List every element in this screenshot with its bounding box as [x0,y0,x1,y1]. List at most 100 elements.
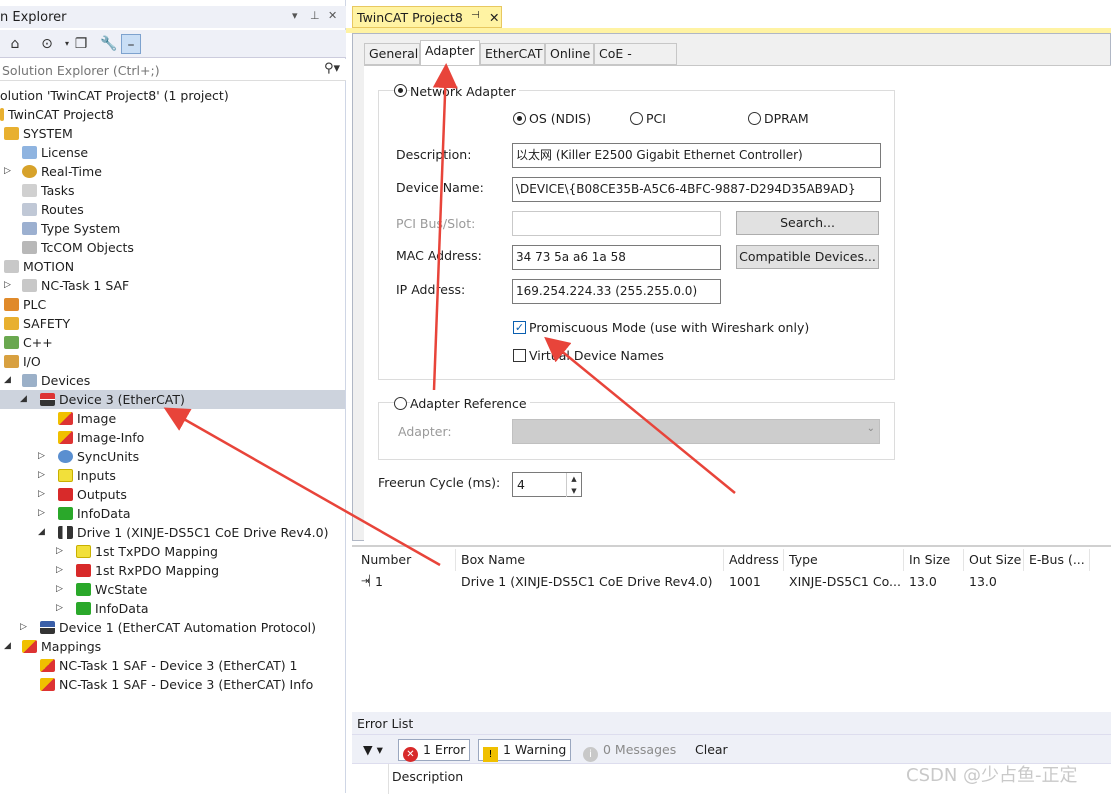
home-icon[interactable]: ⌂ [5,34,25,54]
expand-icon[interactable]: ▷ [56,580,63,599]
mappings-icon [22,640,37,653]
os-ndis-radio[interactable] [513,112,526,125]
description-column-header[interactable]: Description [392,769,463,784]
freerun-cycle-label: Freerun Cycle (ms): [378,475,501,490]
filter-icon[interactable]: ▼ ▾ [358,739,388,761]
tree-node-device1[interactable]: ▷ Device 1 (EtherCAT Automation Protocol) [20,618,316,637]
messages-filter-button[interactable]: i0 Messages [578,739,681,762]
error-list-titlebar: Error List [352,712,1111,734]
tree-node-nc-task[interactable]: ▷ NC-Task 1 SAF [4,276,129,295]
tree-node-rxpdo[interactable]: ▷ 1st RxPDO Mapping [56,561,219,580]
collapse-icon[interactable]: ◢ [20,390,27,409]
expand-icon[interactable]: ▷ [56,561,63,580]
errors-filter-button[interactable]: ✕ 1 Error [398,739,471,762]
promiscuous-checkbox[interactable]: ✓ [513,321,526,334]
virtual-device-names-checkbox[interactable] [513,349,526,362]
tree-node-syncunits[interactable]: ▷ SyncUnits [38,447,139,466]
dropdown-icon[interactable]: ▾ [292,9,298,22]
tree-node-image[interactable]: Image [58,409,116,428]
expand-icon[interactable]: ▷ [4,162,11,181]
freerun-cycle-spinner[interactable]: 4 ▲ ▼ [512,472,582,497]
tree-node-tasks[interactable]: Tasks [22,181,75,200]
tree-node-txpdo[interactable]: ▷ 1st TxPDO Mapping [56,542,218,561]
tree-node-cpp[interactable]: C++ [4,333,53,352]
collapse-icon[interactable]: ◢ [4,371,11,390]
document-tab[interactable]: TwinCAT Project8 ⊣ ✕ [352,6,502,28]
ip-address-field[interactable]: 169.254.224.33 (255.255.0.0) [512,279,721,304]
wrench-icon[interactable]: 🔧 [99,34,119,54]
collapse-icon[interactable]: ◢ [4,637,11,656]
clear-button[interactable]: Clear [690,739,733,761]
tree-node-io[interactable]: I/O [4,352,41,371]
tree-node-device3[interactable]: ◢ Device 3 (EtherCAT) [0,390,345,409]
tab-online[interactable]: Online [545,43,594,65]
tree-node-mapping1[interactable]: NC-Task 1 SAF - Device 3 (EtherCAT) 1 [40,656,298,675]
tab-general[interactable]: General [364,43,420,65]
adapter-reference-radio[interactable] [394,397,407,410]
collapse-icon[interactable]: ◢ [38,523,45,542]
tree-node-image-info[interactable]: Image-Info [58,428,144,447]
mac-address-field[interactable]: 34 73 5a a6 1a 58 [512,245,721,270]
expand-icon[interactable]: ▷ [20,618,27,637]
expand-icon[interactable]: ▷ [4,276,11,295]
expand-icon[interactable]: ▷ [56,542,63,561]
search-icon[interactable]: ⚲▾ [324,61,340,76]
tree-node-plc[interactable]: PLC [4,295,46,314]
tree-node-type-system[interactable]: Type System [22,219,120,238]
tab-coe-online[interactable]: CoE - Online [594,43,677,81]
tree-node-mappings[interactable]: ◢ Mappings [4,637,101,656]
column-in-size[interactable]: In Size [904,549,964,571]
expand-icon[interactable]: ▷ [38,485,45,504]
tree-node-solution[interactable]: olution 'TwinCAT Project8' (1 project) [0,86,229,105]
tree-node-system[interactable]: SYSTEM [4,124,73,143]
column-ebus[interactable]: E-Bus (... [1024,549,1090,571]
tree-node-inputs[interactable]: ▷ Inputs [38,466,116,485]
column-type[interactable]: Type [784,549,904,571]
device-name-field[interactable]: \DEVICE\{B08CE35B-A5C6-4BFC-9887-D294D35… [512,177,881,202]
solution-search-input[interactable] [2,61,312,79]
expand-icon[interactable]: ▷ [38,447,45,466]
spin-down-icon[interactable]: ▼ [566,485,581,497]
tree-node-realtime[interactable]: ▷ Real-Time [4,162,102,181]
tree-node-infodata-drive[interactable]: ▷ InfoData [56,599,149,618]
description-field[interactable]: 以太网 (Killer E2500 Gigabit Ethernet Contr… [512,143,881,168]
close-icon[interactable]: ✕ [328,9,337,22]
network-adapter-radio[interactable] [394,84,407,97]
expand-icon[interactable]: ▷ [38,466,45,485]
column-out-size[interactable]: Out Size [964,549,1024,571]
tree-node-tccom[interactable]: TcCOM Objects [22,238,134,257]
expand-icon[interactable]: ▷ [56,599,63,618]
tab-adapter[interactable]: Adapter [420,40,480,66]
warnings-filter-button[interactable]: ! 1 Warning [478,739,572,762]
column-address[interactable]: Address [724,549,784,571]
tree-node-wcstate[interactable]: ▷ WcState [56,580,147,599]
tree-node-safety[interactable]: SAFETY [4,314,70,333]
tree-node-mapping2[interactable]: NC-Task 1 SAF - Device 3 (EtherCAT) Info [40,675,313,694]
tab-ethercat[interactable]: EtherCAT [480,43,545,65]
tree-node-motion[interactable]: MOTION [4,257,74,276]
dpram-radio[interactable] [748,112,761,125]
pin-icon[interactable]: ⊣ [471,10,480,21]
column-number[interactable]: Number [356,549,456,571]
history-icon[interactable]: ⊙ [37,34,57,54]
tree-node-routes[interactable]: Routes [22,200,84,219]
spin-up-icon[interactable]: ▲ [566,473,581,485]
infodata-icon [76,602,91,615]
pci-radio[interactable] [630,112,643,125]
tree-node-project[interactable]: TwinCAT Project8 [0,105,114,124]
close-icon[interactable]: ✕ [489,10,499,25]
tree-node-outputs[interactable]: ▷ Outputs [38,485,127,504]
minus-icon[interactable]: – [121,34,141,54]
collapse-all-icon[interactable]: ❐ [71,34,91,54]
tree-node-infodata[interactable]: ▷ InfoData [38,504,131,523]
tree-node-devices[interactable]: ◢ Devices [4,371,90,390]
tree-node-license[interactable]: License [22,143,88,162]
freerun-cycle-value[interactable]: 4 [517,477,525,492]
pin-icon[interactable]: ⊥ [310,9,320,22]
compatible-devices-button[interactable]: Compatible Devices... [736,245,879,269]
tree-node-drive1[interactable]: ◢ Drive 1 (XINJE-DS5C1 CoE Drive Rev4.0) [38,523,328,542]
solution-search-bar: ⚲▾ [0,59,346,81]
search-button[interactable]: Search... [736,211,879,235]
column-box-name[interactable]: Box Name [456,549,724,571]
expand-icon[interactable]: ▷ [38,504,45,523]
